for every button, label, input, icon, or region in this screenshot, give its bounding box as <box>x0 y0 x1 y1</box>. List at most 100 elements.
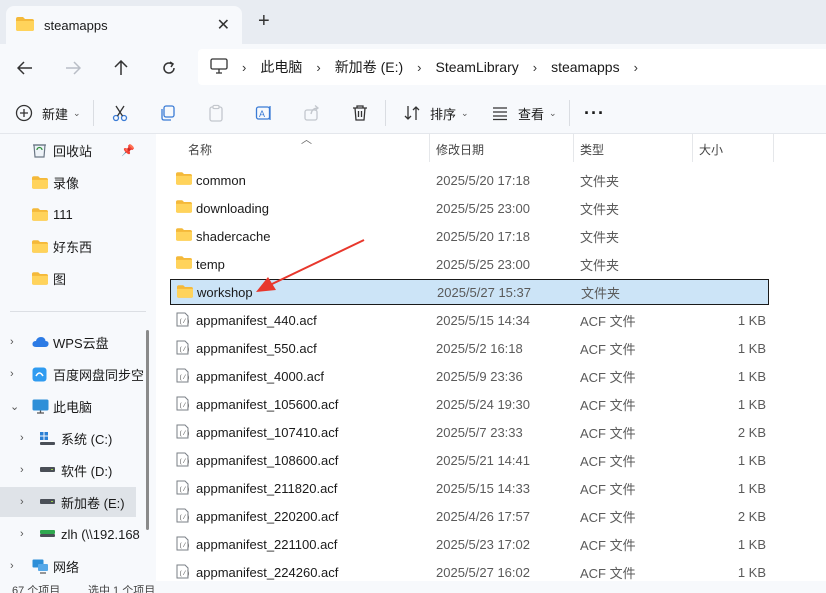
column-divider[interactable] <box>429 134 430 162</box>
view-button[interactable]: 查看 ⌄ <box>490 100 557 126</box>
file-date: 2025/4/26 17:57 <box>436 508 530 524</box>
file-row[interactable]: (/) appmanifest_440.acf 2025/5/15 14:34 ACF… <box>170 307 770 333</box>
column-name[interactable]: 名称 <box>188 141 212 158</box>
tab-steamapps[interactable]: steamapps ✕ <box>6 6 242 44</box>
more-options-button[interactable]: ··· <box>584 100 605 126</box>
sidebar-item-drive-d[interactable]: › 软件 (D:) <box>0 455 150 485</box>
up-arrow-icon[interactable] <box>107 54 135 82</box>
column-divider[interactable] <box>573 134 574 162</box>
chevron-right-icon[interactable]: › <box>20 496 24 508</box>
folder-icon <box>177 285 193 301</box>
sidebar-item-network[interactable]: › 网络 <box>0 551 150 581</box>
column-divider[interactable] <box>692 134 693 162</box>
chevron-right-icon[interactable]: › <box>10 560 14 572</box>
breadcrumb-steamapps[interactable]: steamapps <box>551 59 619 75</box>
sidebar-item-wps-cloud[interactable]: › WPS云盘 <box>0 327 150 357</box>
sidebar-item-recordings[interactable]: 录像 <box>0 167 150 197</box>
chevron-right-icon[interactable]: › <box>20 528 24 540</box>
rename-button[interactable]: A <box>254 100 274 126</box>
chevron-right-icon[interactable]: › <box>533 60 537 75</box>
file-row[interactable]: (/) appmanifest_224260.acf 2025/5/27 16:02… <box>170 559 770 581</box>
chevron-right-icon[interactable]: › <box>417 60 421 75</box>
file-row[interactable]: common 2025/5/20 17:18 文件夹 <box>170 167 770 193</box>
cloud-icon <box>32 336 49 348</box>
file-row[interactable]: (/) appmanifest_4000.acf 2025/5/9 23:36 ACF… <box>170 363 770 389</box>
column-date[interactable]: 修改日期 <box>436 141 484 158</box>
file-row[interactable]: (/) appmanifest_550.acf 2025/5/2 16:18 ACF … <box>170 335 770 361</box>
file-row[interactable]: (/) appmanifest_105600.acf 2025/5/24 19:30… <box>170 391 770 417</box>
sidebar-item-this-pc[interactable]: ⌄ 此电脑 <box>0 391 150 421</box>
file-row[interactable]: (/) appmanifest_107410.acf 2025/5/7 23:33 A… <box>170 419 770 445</box>
svg-text:(/): (/) <box>179 514 189 521</box>
paste-button[interactable] <box>206 100 226 126</box>
file-type: 文件夹 <box>580 229 620 245</box>
column-size[interactable]: 大小 <box>699 141 723 158</box>
folder-icon <box>16 16 34 34</box>
sidebar-item-pictures[interactable]: 图 <box>0 263 150 293</box>
folder-icon <box>32 175 48 189</box>
breadcrumb-this-pc[interactable]: 此电脑 <box>260 57 302 77</box>
file-date: 2025/5/21 14:41 <box>436 452 530 468</box>
file-type: ACF 文件 <box>580 397 636 413</box>
file-date: 2025/5/25 23:00 <box>436 200 530 216</box>
cut-button[interactable] <box>110 100 130 126</box>
file-size: 1 KB <box>737 340 766 356</box>
drive-icon <box>40 467 55 473</box>
file-row[interactable]: downloading 2025/5/25 23:00 文件夹 <box>170 195 770 221</box>
svg-text:(/): (/) <box>179 542 189 549</box>
chevron-right-icon[interactable]: › <box>316 60 320 75</box>
new-tab-icon[interactable]: + <box>258 10 270 33</box>
copy-icon <box>158 103 178 123</box>
command-bar: 新建 ⌄ A 排序 ⌄ 查看 ⌄ ··· <box>0 92 826 134</box>
view-label: 查看 <box>518 106 545 122</box>
share-button[interactable] <box>302 100 322 126</box>
sidebar-scrollbar[interactable] <box>146 330 149 530</box>
pin-icon[interactable]: 📌 <box>121 144 135 157</box>
new-button[interactable]: 新建 ⌄ <box>14 100 81 126</box>
address-bar[interactable]: › 此电脑 › 新加卷 (E:) › SteamLibrary › steama… <box>198 49 826 85</box>
file-row[interactable]: (/) appmanifest_220200.acf 2025/4/26 17:57… <box>170 503 770 529</box>
file-date: 2025/5/23 17:02 <box>436 536 530 552</box>
selection-count: 选中 1 个项目 <box>88 585 156 593</box>
file-name: appmanifest_440.acf <box>196 312 317 328</box>
chevron-right-icon[interactable]: › <box>10 336 14 348</box>
forward-arrow-icon[interactable] <box>59 54 87 82</box>
network-drive-icon <box>40 530 55 538</box>
chevron-right-icon[interactable]: › <box>20 432 24 444</box>
breadcrumb-steamlibrary[interactable]: SteamLibrary <box>435 59 518 75</box>
chevron-right-icon[interactable]: › <box>634 60 638 75</box>
sidebar-item-recycle-bin[interactable]: 回收站 📌 <box>0 135 150 165</box>
file-row[interactable]: (/) appmanifest_108600.acf 2025/5/21 14:41… <box>170 447 770 473</box>
file-row[interactable]: workshop 2025/5/27 15:37 文件夹 <box>170 279 769 305</box>
sidebar-item-network-drive[interactable]: › zlh (\\192.168 <box>0 519 150 549</box>
file-date: 2025/5/20 17:18 <box>436 228 530 244</box>
sidebar-item-drive-c[interactable]: › 系统 (C:) <box>0 423 150 453</box>
file-name: shadercache <box>196 228 271 244</box>
column-divider[interactable] <box>773 134 774 162</box>
address-row: › 此电脑 › 新加卷 (E:) › SteamLibrary › steama… <box>0 44 826 92</box>
sort-button[interactable]: 排序 ⌄ <box>402 100 469 126</box>
file-row[interactable]: (/) appmanifest_211820.acf 2025/5/15 14:33… <box>170 475 770 501</box>
refresh-icon[interactable] <box>155 54 183 82</box>
sidebar-item-good-stuff[interactable]: 好东西 <box>0 231 150 261</box>
file-icon: (/) <box>176 564 190 581</box>
chevron-down-icon[interactable]: ⌄ <box>10 400 19 413</box>
file-row[interactable]: temp 2025/5/25 23:00 文件夹 <box>170 251 770 277</box>
sidebar-item-baidu-netdisk[interactable]: › 百度网盘同步空 <box>0 359 150 389</box>
file-name: appmanifest_224260.acf <box>196 564 339 580</box>
file-row[interactable]: (/) appmanifest_221100.acf 2025/5/23 17:02… <box>170 531 770 557</box>
delete-button[interactable] <box>350 100 370 126</box>
chevron-right-icon[interactable]: › <box>20 464 24 476</box>
chevron-down-icon: ⌄ <box>549 107 557 118</box>
column-type[interactable]: 类型 <box>580 141 604 158</box>
file-type: 文件夹 <box>580 201 620 217</box>
close-tab-icon[interactable]: ✕ <box>217 15 230 35</box>
chevron-right-icon[interactable]: › <box>10 368 14 380</box>
back-arrow-icon[interactable] <box>11 54 39 82</box>
copy-button[interactable] <box>158 100 178 126</box>
file-name: appmanifest_107410.acf <box>196 424 339 440</box>
sidebar-item-drive-e[interactable]: › 新加卷 (E:) <box>0 487 136 517</box>
sidebar-item-111[interactable]: 111 <box>0 199 150 229</box>
file-row[interactable]: shadercache 2025/5/20 17:18 文件夹 <box>170 223 770 249</box>
breadcrumb-drive-e[interactable]: 新加卷 (E:) <box>335 57 403 77</box>
